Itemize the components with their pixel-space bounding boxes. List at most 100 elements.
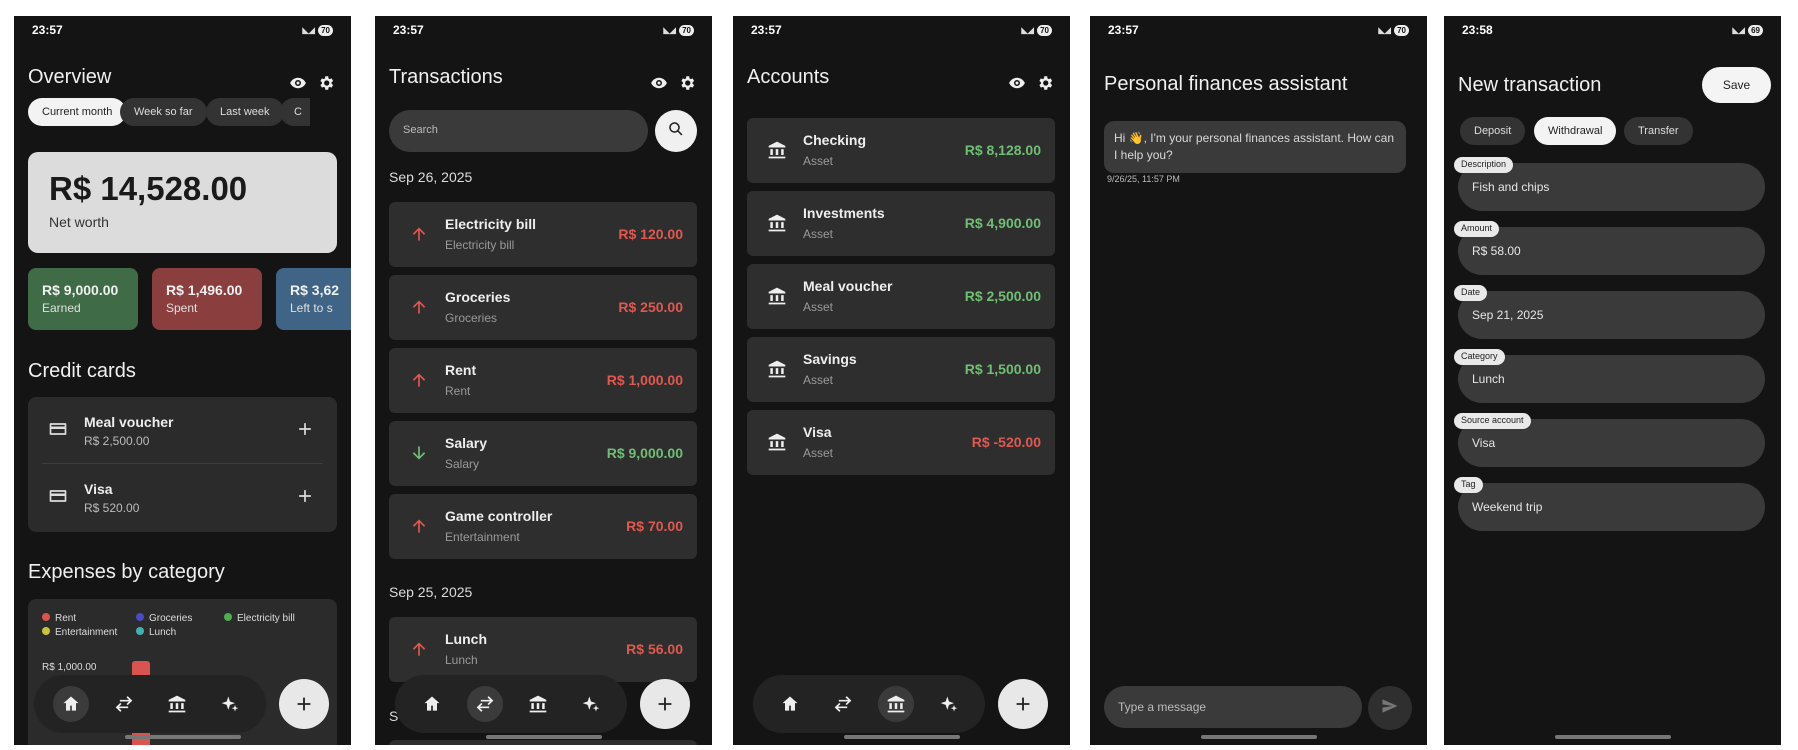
nav-assistant-sparkle-icon[interactable] bbox=[573, 686, 609, 722]
arrow-up-icon bbox=[409, 297, 429, 317]
legend-swatch bbox=[136, 627, 144, 635]
credit-card-row[interactable]: Meal voucher R$ 2,500.00 bbox=[28, 397, 337, 463]
legend-label: Rent bbox=[55, 613, 77, 624]
nav-accounts-icon[interactable] bbox=[877, 686, 914, 722]
battery-indicator: 70 bbox=[679, 24, 694, 36]
signal-icon: ◣◢ bbox=[663, 24, 676, 35]
transaction-row[interactable]: Groceries Groceries R$ 250.00 bbox=[389, 275, 697, 340]
gesture-bar bbox=[485, 735, 602, 739]
legend-item: Rent bbox=[42, 613, 76, 624]
transaction-row[interactable]: Salary Salary R$ 9,000.00 bbox=[389, 421, 697, 486]
nav-accounts-icon[interactable] bbox=[520, 686, 556, 722]
signal-icon: ◣◢ bbox=[1021, 24, 1034, 35]
transaction-amount: R$ 250.00 bbox=[618, 299, 683, 315]
send-icon bbox=[1380, 696, 1400, 721]
status-time: 23:57 bbox=[32, 23, 63, 37]
nav-transactions-icon[interactable] bbox=[466, 686, 503, 722]
transaction-row[interactable]: Game controller Entertainment R$ 70.00 bbox=[389, 494, 697, 559]
spent-card: R$ 1,496.00 Spent bbox=[152, 268, 262, 330]
nav-transactions-icon[interactable] bbox=[825, 686, 861, 722]
transactions-screen: 23:57 ◣◢ 70 Transactions Search Sep 26, 2… bbox=[375, 16, 712, 745]
arrow-up-icon bbox=[409, 370, 429, 390]
tag-field[interactable]: Weekend trip bbox=[1458, 483, 1765, 531]
status-time: 23:57 bbox=[1108, 23, 1139, 37]
nav-accounts-icon[interactable] bbox=[159, 686, 195, 722]
nav-transactions-icon[interactable] bbox=[106, 686, 142, 722]
battery-indicator: 70 bbox=[1394, 24, 1409, 36]
type-chip-withdrawal[interactable]: Withdrawal bbox=[1534, 117, 1617, 145]
visibility-icon[interactable] bbox=[289, 74, 307, 92]
account-balance: R$ 8,128.00 bbox=[964, 142, 1041, 158]
date-value: Sep 21, 2025 bbox=[1472, 308, 1544, 322]
category-field[interactable]: Lunch bbox=[1458, 355, 1765, 403]
nav-home-icon[interactable] bbox=[414, 686, 450, 722]
bottom-nav bbox=[34, 675, 266, 733]
arrow-down-icon bbox=[409, 443, 429, 463]
send-button[interactable] bbox=[1368, 686, 1412, 730]
nav-home-icon[interactable] bbox=[772, 686, 808, 722]
transaction-category: Salary bbox=[445, 457, 480, 471]
settings-gear-icon[interactable] bbox=[317, 74, 335, 92]
search-button[interactable] bbox=[655, 110, 697, 152]
signal-icon: ◣◢ bbox=[302, 24, 315, 35]
visibility-icon[interactable] bbox=[1008, 74, 1026, 92]
add-fab-button[interactable] bbox=[640, 679, 690, 729]
add-fab-button[interactable] bbox=[279, 679, 329, 729]
credit-card-row[interactable]: Visa R$ 520.00 bbox=[28, 464, 337, 530]
search-input[interactable]: Search bbox=[389, 110, 648, 152]
legend-label: Entertainment bbox=[55, 627, 118, 638]
transaction-name: Salary bbox=[445, 435, 488, 451]
transaction-amount: R$ 9,000.00 bbox=[606, 445, 683, 461]
status-time: 23:57 bbox=[751, 23, 782, 37]
save-button[interactable]: Save bbox=[1702, 67, 1771, 103]
date-field[interactable]: Sep 21, 2025 bbox=[1458, 291, 1765, 339]
account-row[interactable]: Checking Asset R$ 8,128.00 bbox=[747, 118, 1055, 183]
status-bar: 23:57 ◣◢ 70 bbox=[1090, 16, 1427, 44]
nav-home-icon[interactable] bbox=[52, 686, 89, 722]
transaction-amount: R$ 1,000.00 bbox=[606, 372, 683, 388]
transaction-category: Electricity bill bbox=[445, 238, 515, 252]
battery-indicator: 70 bbox=[318, 24, 333, 36]
account-name: Checking bbox=[803, 132, 867, 148]
status-time: 23:57 bbox=[393, 23, 424, 37]
transaction-amount: R$ 120.00 bbox=[618, 226, 683, 242]
visibility-icon[interactable] bbox=[650, 74, 668, 92]
account-row[interactable]: Visa Asset R$ -520.00 bbox=[747, 410, 1055, 475]
account-row[interactable]: Savings Asset R$ 1,500.00 bbox=[747, 337, 1055, 402]
status-time: 23:58 bbox=[1462, 23, 1493, 37]
filter-chip-current-month[interactable]: Current month bbox=[28, 98, 127, 126]
bottom-nav bbox=[753, 675, 985, 733]
credit-card-amount: R$ 520.00 bbox=[84, 501, 140, 515]
filter-chip-partial[interactable]: C bbox=[280, 98, 310, 126]
filter-chip-week-so-far[interactable]: Week so far bbox=[120, 98, 207, 126]
settings-gear-icon[interactable] bbox=[1036, 74, 1054, 92]
amount-field[interactable]: R$ 58.00 bbox=[1458, 227, 1765, 275]
gesture-bar bbox=[1200, 735, 1317, 739]
message-input-placeholder: Type a message bbox=[1118, 700, 1207, 714]
account-row[interactable]: Investments Asset R$ 4,900.00 bbox=[747, 191, 1055, 256]
filter-chip-last-week[interactable]: Last week bbox=[206, 98, 284, 126]
battery-indicator: 69 bbox=[1748, 24, 1763, 36]
account-name: Investments bbox=[803, 205, 885, 221]
account-type: Asset bbox=[803, 154, 834, 168]
nav-assistant-sparkle-icon[interactable] bbox=[931, 686, 967, 722]
add-fab-button[interactable] bbox=[998, 679, 1048, 729]
account-type: Asset bbox=[803, 300, 834, 314]
type-chip-transfer[interactable]: Transfer bbox=[1624, 117, 1693, 145]
transaction-row[interactable]: Lunch Lunch R$ 56.00 bbox=[389, 617, 697, 682]
nav-assistant-sparkle-icon[interactable] bbox=[212, 686, 248, 722]
net-worth-card: R$ 14,528.00 Net worth bbox=[28, 152, 337, 253]
settings-gear-icon[interactable] bbox=[678, 74, 696, 92]
account-balance: R$ 2,500.00 bbox=[964, 288, 1041, 304]
assistant-message-bubble: Hi 👋, I'm your personal finances assista… bbox=[1104, 121, 1406, 173]
type-chip-deposit[interactable]: Deposit bbox=[1460, 117, 1526, 145]
earned-label: Earned bbox=[42, 301, 81, 315]
message-input[interactable]: Type a message bbox=[1104, 686, 1362, 728]
add-payment-icon[interactable] bbox=[295, 486, 315, 511]
account-row[interactable]: Meal voucher Asset R$ 2,500.00 bbox=[747, 264, 1055, 329]
account-name: Meal voucher bbox=[803, 278, 893, 294]
transaction-row[interactable]: Electricity bill Electricity bill R$ 120… bbox=[389, 202, 697, 267]
add-payment-icon[interactable] bbox=[295, 419, 315, 444]
transaction-name: Rent bbox=[445, 362, 477, 378]
transaction-row[interactable]: Rent Rent R$ 1,000.00 bbox=[389, 348, 697, 413]
